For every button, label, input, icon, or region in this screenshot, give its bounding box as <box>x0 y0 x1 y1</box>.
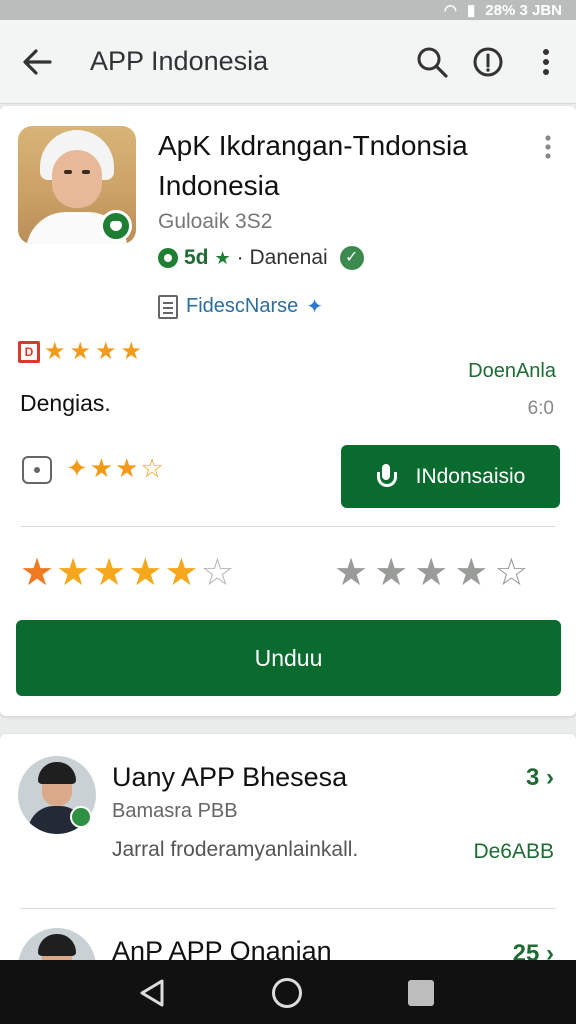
system-navigation-bar <box>0 960 576 1024</box>
chevron-right-icon: › <box>546 764 554 791</box>
lock-icon <box>22 456 52 484</box>
star-icon[interactable]: ★ <box>454 550 488 595</box>
nav-recents-icon[interactable] <box>408 980 434 1006</box>
star-icon: ★ <box>214 247 231 268</box>
app-description: Dengias. <box>20 390 111 416</box>
divider <box>20 526 556 527</box>
related-apps-card: Uany APP Bhesesa Bamasra PBB Jarral frod… <box>0 734 576 974</box>
user-rating-stars[interactable]: ★ ★ ★ ★ ★ ☆ <box>20 550 234 595</box>
star-rating-mid: ✦ ★ ★ ☆ <box>66 453 164 484</box>
more-vert-icon[interactable] <box>532 44 560 80</box>
status-icons: ◠ ▮ 28% 3 JBN <box>443 1 562 20</box>
back-arrow-icon[interactable] <box>20 42 54 82</box>
star-icon[interactable]: ★ <box>374 550 408 595</box>
page-title: APP Indonesia <box>90 46 269 76</box>
list-item-subtitle: Bamasra PBB <box>112 800 238 822</box>
app-bar: APP Indonesia <box>0 20 576 104</box>
star-icon: ✦ <box>66 453 88 483</box>
verified-badge-icon <box>70 806 92 828</box>
star-icon: ★ <box>44 338 66 365</box>
star-icon: ★ <box>120 338 143 365</box>
app-name: ApK Ikdrangan-Tndonsia Indonesia <box>158 130 468 201</box>
star-icon: ★ <box>115 453 139 483</box>
language-button[interactable]: INdonsaisio <box>341 445 560 508</box>
app-detail-card: ApK Ikdrangan-Tndonsia Indonesia Guloaik… <box>0 106 576 716</box>
rating-value: 5d <box>184 246 209 269</box>
info-icon[interactable] <box>470 44 506 80</box>
status-text: 28% 3 JBN <box>485 1 562 19</box>
star-icon[interactable]: ★ <box>92 550 126 595</box>
wifi-icon: ◠ <box>443 2 458 19</box>
card-more-icon[interactable] <box>540 134 556 160</box>
star-icon[interactable]: ★ <box>414 550 448 595</box>
tag-label: FidescNarse <box>186 295 299 317</box>
nav-home-icon[interactable] <box>272 978 302 1008</box>
list-item-description: Jarral froderamyanlainkall. <box>112 838 359 861</box>
rating-suffix: · Danenai <box>236 246 328 269</box>
star-icon[interactable]: ★ <box>334 550 368 595</box>
content-rating-row: D ★ ★ ★ ★ <box>18 340 142 364</box>
star-icon[interactable]: ★ <box>128 550 162 595</box>
star-outline-icon[interactable]: ☆ <box>200 550 234 595</box>
star-icon[interactable]: ★ <box>20 550 54 595</box>
list-item-title: Uany APP Bhesesa <box>112 762 348 792</box>
list-item-right-label: De6ABB <box>473 840 554 863</box>
list-item[interactable]: Uany APP Bhesesa Bamasra PBB Jarral frod… <box>0 734 576 904</box>
content-rating-icon: D <box>18 341 40 363</box>
status-bar: ◠ ▮ 28% 3 JBN <box>0 0 576 20</box>
star-icon: ★ <box>89 453 114 483</box>
check-icon: ✓ <box>339 246 364 270</box>
list-item-count-value: 3 <box>525 764 540 791</box>
nav-back-icon[interactable] <box>138 978 166 1008</box>
divider <box>20 908 556 909</box>
star-icon: ★ <box>95 338 117 365</box>
microphone-icon <box>376 463 397 490</box>
verified-badge-icon <box>100 210 132 242</box>
download-button[interactable]: Unduu <box>16 620 561 696</box>
location-pin-icon <box>158 248 178 268</box>
search-icon[interactable] <box>414 44 450 80</box>
signal-icon: ▮ <box>467 2 476 19</box>
review-count: 6:0 <box>527 398 554 419</box>
rate-app-stars[interactable]: ★ ★ ★ ★ ☆ <box>334 550 528 595</box>
tag-row[interactable]: FidescNarse ✦ <box>158 294 323 319</box>
right-label[interactable]: DoenAnla <box>468 360 556 383</box>
pin-icon: ✦ <box>306 296 324 318</box>
developer-name[interactable]: Guloaik 3S2 <box>158 210 272 234</box>
star-icon[interactable]: ★ <box>56 550 90 595</box>
star-outline-icon[interactable]: ☆ <box>494 550 528 595</box>
list-item-count[interactable]: 3 › <box>526 764 554 792</box>
language-button-label: INdonsaisio <box>415 464 526 488</box>
star-icon[interactable]: ★ <box>164 550 198 595</box>
star-icon: ★ <box>69 338 92 365</box>
rating-row: 5d ★ · Danenai ✓ <box>158 246 364 270</box>
document-icon <box>158 294 178 319</box>
star-outline-icon: ☆ <box>140 453 164 483</box>
